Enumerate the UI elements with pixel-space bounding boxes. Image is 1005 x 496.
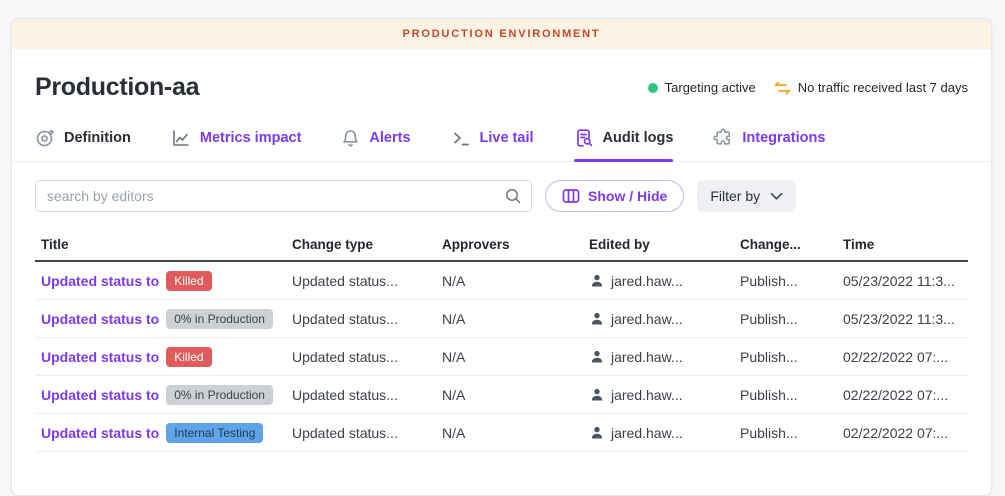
terminal-icon	[451, 128, 471, 148]
row-time: 02/22/2022 07:...	[843, 387, 968, 403]
puzzle-icon	[713, 128, 733, 148]
row-change-type: Updated status...	[292, 273, 442, 289]
tab-definition-label: Definition	[64, 130, 131, 146]
tab-live-tail[interactable]: Live tail	[451, 128, 534, 161]
status-badge: Killed	[166, 271, 211, 291]
row-change-type: Updated status...	[292, 349, 442, 365]
tab-alerts[interactable]: Alerts	[341, 128, 410, 161]
row-approvers: N/A	[442, 273, 589, 289]
tab-integrations-label: Integrations	[742, 130, 825, 146]
column-header-edited-by: Edited by	[589, 237, 740, 252]
page-title: Production-aa	[35, 73, 199, 102]
tab-bar: Definition Metrics impact Alerts	[12, 128, 991, 162]
person-icon	[589, 349, 605, 365]
table-row[interactable]: Updated status to Killed Updated status.…	[35, 338, 968, 376]
status-badge: 0% in Production	[166, 309, 273, 329]
row-change-type: Updated status...	[292, 387, 442, 403]
row-change: Publish...	[740, 273, 843, 289]
row-approvers: N/A	[442, 311, 589, 327]
row-title-link[interactable]: Updated status to	[41, 425, 159, 441]
status-badge: 0% in Production	[166, 385, 273, 405]
table-row[interactable]: Updated status to 0% in Production Updat…	[35, 300, 968, 338]
environment-banner-label: PRODUCTION ENVIRONMENT	[403, 28, 601, 40]
tab-audit-logs-label: Audit logs	[603, 130, 674, 146]
audit-log-table: Title Change type Approvers Edited by Ch…	[35, 228, 968, 452]
targeting-status: Targeting active	[648, 80, 756, 95]
green-dot-icon	[648, 83, 658, 93]
main-panel: PRODUCTION ENVIRONMENT Production-aa Tar…	[11, 18, 992, 496]
row-approvers: N/A	[442, 425, 589, 441]
chevron-down-icon	[770, 192, 783, 201]
tab-definition[interactable]: Definition	[35, 128, 131, 161]
line-chart-icon	[171, 128, 191, 148]
page-header: Production-aa Targeting active No traffi…	[12, 73, 991, 102]
traffic-status: No traffic received last 7 days	[774, 80, 968, 95]
filter-by-button[interactable]: Filter by	[697, 180, 796, 212]
row-edited-by: jared.haw...	[611, 425, 683, 441]
audit-log-search-icon	[574, 128, 594, 148]
filter-by-label: Filter by	[710, 188, 760, 204]
row-edited-by: jared.haw...	[611, 311, 683, 327]
show-hide-label: Show / Hide	[588, 188, 667, 204]
row-title-link[interactable]: Updated status to	[41, 273, 159, 289]
table-row[interactable]: Updated status to Killed Updated status.…	[35, 262, 968, 300]
row-edited-by: jared.haw...	[611, 273, 683, 289]
row-change: Publish...	[740, 387, 843, 403]
person-icon	[589, 387, 605, 403]
row-title-link[interactable]: Updated status to	[41, 311, 159, 327]
row-time: 02/22/2022 07:...	[843, 425, 968, 441]
row-title-link[interactable]: Updated status to	[41, 387, 159, 403]
tab-alerts-label: Alerts	[369, 130, 410, 146]
row-change-type: Updated status...	[292, 311, 442, 327]
swap-arrows-icon	[774, 81, 791, 95]
status-badge: Internal Testing	[166, 423, 263, 443]
tab-metrics-impact[interactable]: Metrics impact	[171, 128, 302, 161]
row-change: Publish...	[740, 349, 843, 365]
columns-icon	[562, 188, 580, 204]
status-group: Targeting active No traffic received las…	[648, 80, 968, 95]
column-header-change: Change...	[740, 237, 843, 252]
column-header-change-type: Change type	[292, 237, 442, 252]
traffic-status-label: No traffic received last 7 days	[798, 80, 968, 95]
search-wrap	[35, 180, 532, 212]
bell-icon	[341, 128, 360, 148]
row-edited-by: jared.haw...	[611, 349, 683, 365]
search-input[interactable]	[35, 180, 532, 212]
tab-audit-logs[interactable]: Audit logs	[574, 128, 674, 161]
tab-metrics-impact-label: Metrics impact	[200, 130, 302, 146]
search-icon	[504, 187, 522, 210]
status-badge: Killed	[166, 347, 211, 367]
row-time: 02/22/2022 07:...	[843, 349, 968, 365]
row-time: 05/23/2022 11:3...	[843, 273, 968, 289]
row-edited-by: jared.haw...	[611, 387, 683, 403]
show-hide-button[interactable]: Show / Hide	[545, 180, 684, 212]
person-icon	[589, 425, 605, 441]
row-approvers: N/A	[442, 387, 589, 403]
column-header-time: Time	[843, 237, 968, 252]
table-row[interactable]: Updated status to 0% in Production Updat…	[35, 376, 968, 414]
row-change: Publish...	[740, 425, 843, 441]
column-header-approvers: Approvers	[442, 237, 589, 252]
toolbar: Show / Hide Filter by	[12, 180, 991, 212]
table-row[interactable]: Updated status to Internal Testing Updat…	[35, 414, 968, 452]
tab-live-tail-label: Live tail	[480, 130, 534, 146]
row-change-type: Updated status...	[292, 425, 442, 441]
target-pen-icon	[35, 128, 55, 148]
table-header-row: Title Change type Approvers Edited by Ch…	[35, 228, 968, 262]
person-icon	[589, 311, 605, 327]
tab-integrations[interactable]: Integrations	[713, 128, 825, 161]
environment-banner: PRODUCTION ENVIRONMENT	[12, 19, 991, 49]
row-time: 05/23/2022 11:3...	[843, 311, 968, 327]
row-title-link[interactable]: Updated status to	[41, 349, 159, 365]
targeting-status-label: Targeting active	[665, 80, 756, 95]
row-change: Publish...	[740, 311, 843, 327]
person-icon	[589, 273, 605, 289]
row-approvers: N/A	[442, 349, 589, 365]
column-header-title: Title	[35, 237, 292, 252]
